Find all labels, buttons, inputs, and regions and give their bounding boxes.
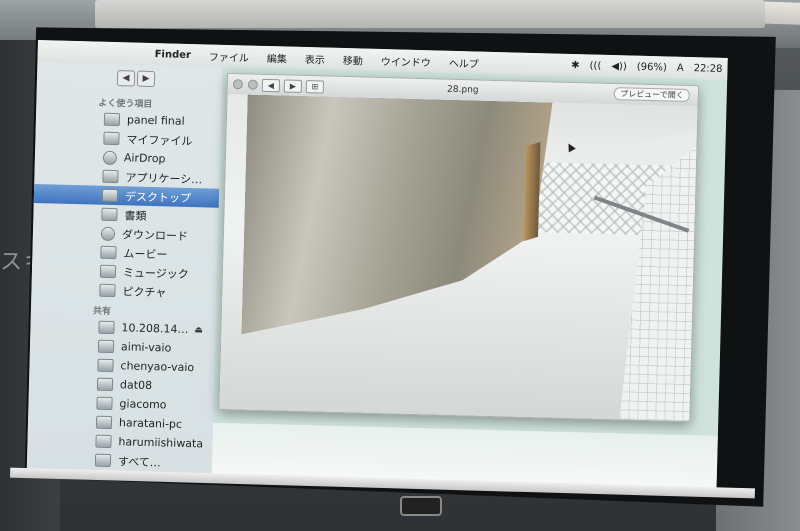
documents-icon	[101, 207, 118, 222]
sidebar-item-label: ミュージック	[122, 265, 189, 281]
pc-icon	[95, 415, 113, 430]
airdrop-icon	[102, 150, 118, 165]
pc-icon	[96, 396, 113, 411]
projected-desktop: Finder ファイル 編集 表示 移動 ウインドウ ヘルプ ✱ ((( ◀))…	[26, 40, 728, 488]
rendered-3d-image	[219, 93, 698, 422]
pc-icon	[97, 339, 115, 354]
menu-help[interactable]: ヘルプ	[440, 54, 488, 70]
downloads-icon	[100, 226, 116, 241]
projection-screen-housing	[95, 0, 765, 28]
eject-icon[interactable]: ⏏	[194, 325, 203, 335]
pc-icon	[97, 358, 114, 373]
forward-button[interactable]: ▶	[136, 70, 156, 88]
network-icon	[94, 453, 112, 468]
menu-app-name[interactable]: Finder	[146, 48, 201, 61]
pc-icon	[95, 434, 112, 449]
sidebar-item-label: 10.208.14…	[121, 321, 189, 337]
close-button[interactable]	[232, 79, 244, 90]
quick-look-window: ◀ ▶ ⊞ 28.png プレビューで開く	[218, 72, 700, 423]
finder-sidebar: ◀ ▶ よく使う項目 panel final マイファイル AirDrop アプ…	[26, 61, 223, 487]
folder-icon	[103, 112, 121, 127]
all-files-icon	[103, 131, 120, 146]
menu-view[interactable]: 表示	[296, 50, 334, 66]
battery-status[interactable]: (96%)	[632, 61, 672, 73]
image-wall-edge	[523, 141, 541, 242]
apple-menu-icon[interactable]	[38, 51, 146, 54]
fullscreen-button[interactable]	[247, 79, 259, 90]
open-in-preview-button[interactable]: プレビューで開く	[614, 87, 690, 103]
grid-view-icon[interactable]: ⊞	[305, 79, 325, 93]
sidebar-item-label: AirDrop	[123, 151, 166, 166]
sidebar-item-label: chenyao-vaio	[120, 359, 195, 375]
sidebar-item-label: ピクチャ	[122, 284, 167, 299]
applications-icon	[102, 169, 119, 184]
movies-icon	[100, 245, 117, 260]
desktop-icon	[101, 188, 119, 203]
screen-pull-handle	[400, 496, 442, 516]
bluetooth-icon[interactable]: ✱	[566, 59, 585, 70]
sidebar-item-label: haratani-pc	[118, 416, 183, 431]
sidebar-item-label: 書類	[124, 208, 147, 223]
menu-clock[interactable]: 22:28	[689, 63, 728, 75]
pc-icon	[96, 377, 114, 392]
sidebar-item-label: giacomo	[119, 397, 167, 412]
server-icon	[98, 320, 115, 335]
sidebar-item-label: harumiishiwata	[118, 435, 204, 451]
back-button[interactable]: ◀	[116, 70, 136, 87]
sidebar-item-label: マイファイル	[126, 132, 193, 148]
sidebar-item-label: ダウンロード	[121, 227, 189, 243]
menu-status-area: ✱ ((( ◀)) (96%) A 22:28	[566, 59, 728, 74]
sidebar-item-label: aimi-vaio	[120, 340, 172, 355]
wifi-icon[interactable]: (((	[584, 60, 606, 72]
menu-file[interactable]: ファイル	[200, 48, 258, 65]
previous-button[interactable]: ◀	[261, 78, 281, 92]
music-icon	[99, 264, 117, 279]
pictures-icon	[99, 283, 116, 298]
sidebar-item-label: アプリケーシ…	[125, 170, 203, 186]
sidebar-item-label: panel final	[126, 113, 185, 128]
menu-edit[interactable]: 編集	[258, 49, 296, 65]
volume-icon[interactable]: ◀))	[606, 60, 632, 72]
user-badge[interactable]: A	[672, 62, 689, 73]
sidebar-item-label: ムービー	[123, 246, 168, 261]
menu-go[interactable]: 移動	[334, 51, 372, 67]
menu-window[interactable]: ウインドウ	[372, 52, 440, 69]
next-button[interactable]: ▶	[283, 78, 303, 93]
sidebar-item-label: デスクトップ	[124, 189, 192, 205]
sidebar-item-label: すべて…	[117, 454, 161, 469]
sidebar-item-label: dat08	[119, 378, 153, 393]
